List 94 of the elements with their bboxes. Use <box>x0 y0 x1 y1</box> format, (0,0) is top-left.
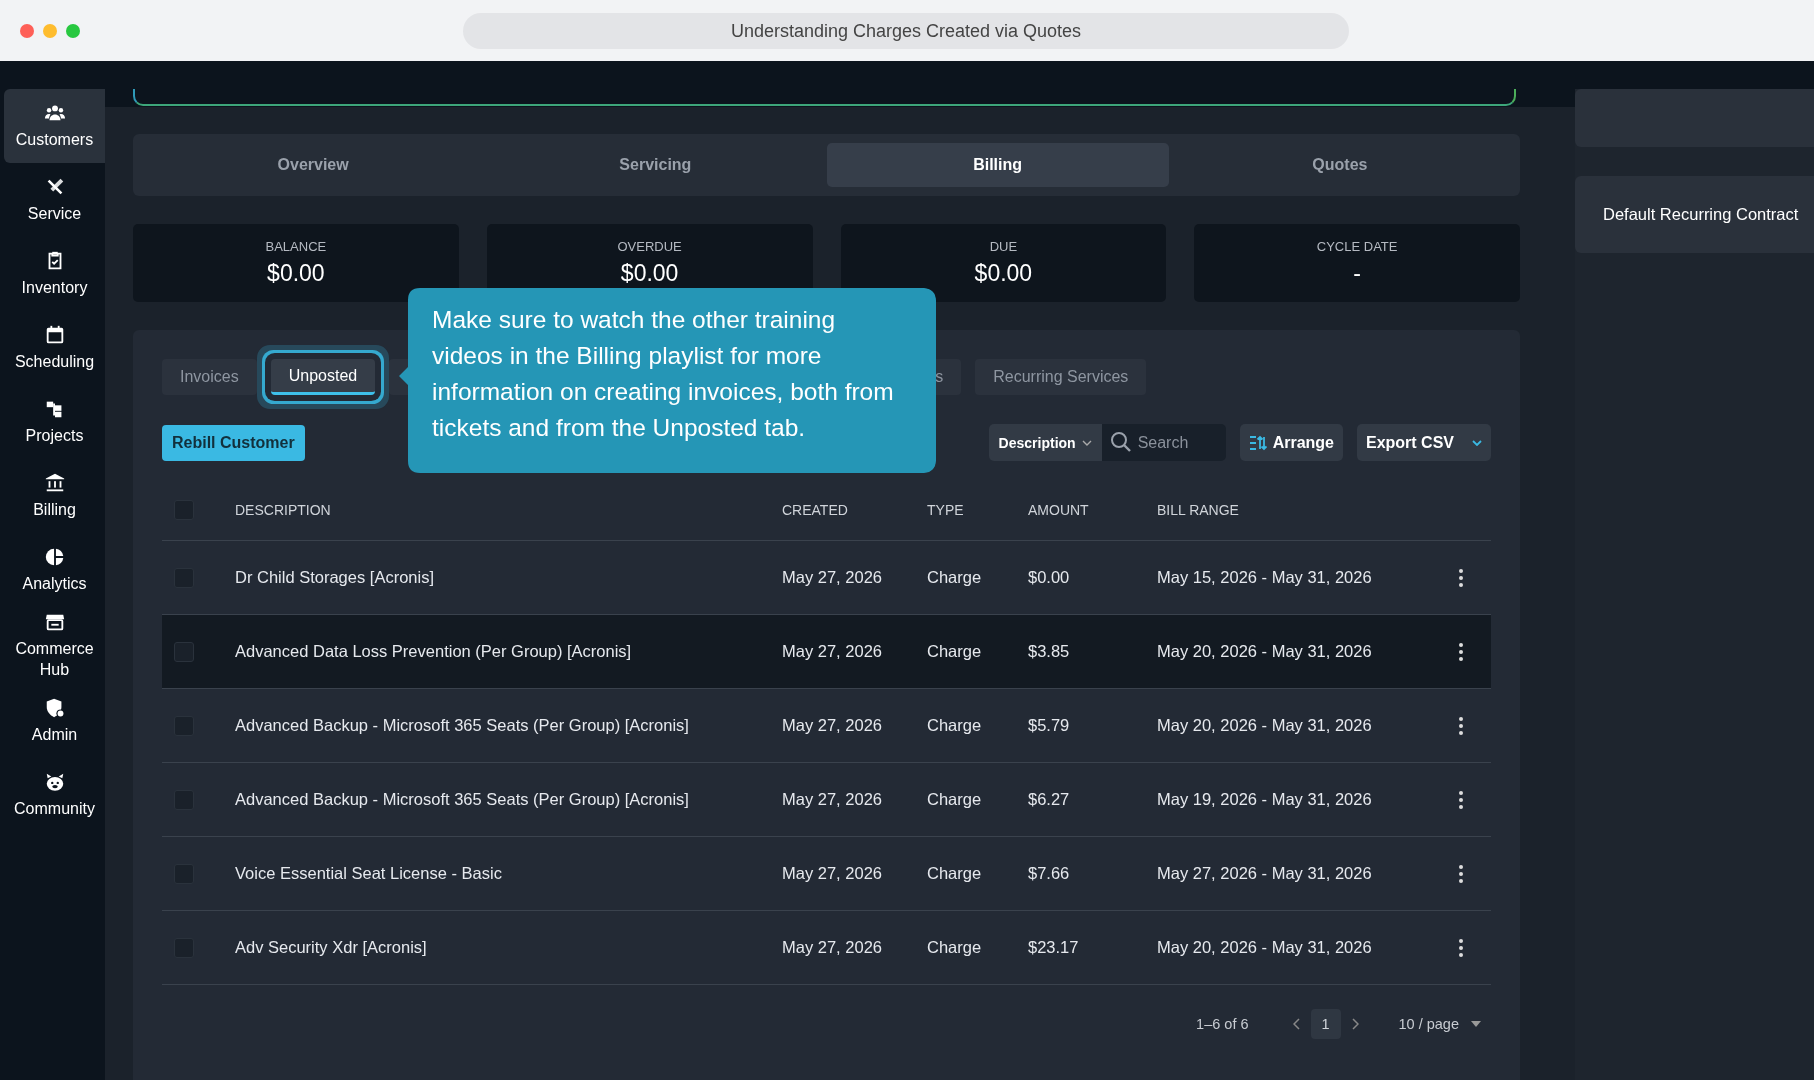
page-range: 1–6 of 6 <box>1196 1016 1249 1032</box>
caret-icon <box>1471 1021 1481 1027</box>
table-cell-text: May 27, 2026 <box>782 568 883 587</box>
sidebar-item[interactable]: Projects <box>4 385 105 459</box>
table-cell-text: May 27, 2026 <box>782 642 883 661</box>
table-cell-text: Charge <box>927 568 983 587</box>
search-field[interactable]: Search <box>1101 424 1226 461</box>
table-cell-text: May 27, 2026 <box>782 790 883 809</box>
table-cell-text: May 27, 2026 - May 31, 2026 <box>1157 864 1373 883</box>
sidebar-item[interactable]: Community <box>4 758 105 833</box>
sidebar-item[interactable]: Customers <box>4 89 105 163</box>
table-row[interactable]: Advanced Data Loss Prevention (Per Group) [Acronis] May 27, 2026 Charge $3.85 May 20, 2026 - May 31, 2026 <box>162 615 1491 689</box>
table-cell-text: Charge <box>927 642 983 661</box>
minimize-window-button[interactable] <box>43 23 57 38</box>
table-cell-text: $7.66 <box>1028 864 1071 883</box>
tab[interactable]: Servicing <box>484 143 827 187</box>
rebill-customer-button[interactable]: Rebill Customer <box>162 424 305 461</box>
sidebar-item[interactable]: Scheduling <box>4 311 105 385</box>
sort-icon <box>1248 434 1267 451</box>
contract-card[interactable]: Default Recurring Contract <box>1575 176 1814 253</box>
stat-value: $0.00 <box>267 260 325 287</box>
arrange-button[interactable]: Arrange <box>1239 424 1343 461</box>
column-header: AMOUNT <box>1028 502 1090 518</box>
window-title: Understanding Charges Created via Quotes <box>463 13 1349 49</box>
table-cell-text: Dr Child Storages [Acronis] <box>235 568 435 587</box>
export-csv-button[interactable]: Export CSV <box>1357 424 1491 461</box>
table-cell-text: Charge <box>927 864 983 883</box>
sidebar-item[interactable]: Service <box>4 163 105 237</box>
stat-label: BALANCE <box>265 239 327 254</box>
stat-label: DUE <box>989 239 1018 254</box>
table-cell-text: Voice Essential Seat License - Basic <box>235 864 503 883</box>
sidebar-item[interactable]: Commerce Hub <box>4 607 105 685</box>
table-row[interactable]: Adv Security Xdr [Acronis] May 27, 2026 Charge $23.17 May 20, 2026 - May 31, 2026 <box>162 911 1491 985</box>
chevron-left-icon <box>1292 1018 1301 1030</box>
chevron-icon <box>1081 439 1092 446</box>
tooltip: Make sure to watch the other training videos in the Billing playlist for more information on creating invoices, both from tickets and from the Unposted tab. <box>399 288 936 473</box>
column-header: DESCRIPTION <box>235 502 332 518</box>
table-cell-text: May 27, 2026 <box>782 938 883 957</box>
table-cell-text: May 20, 2026 - May 31, 2026 <box>1157 642 1373 661</box>
table-cell-text: Advanced Backup - Microsoft 365 Seats (Per Group) [Acronis] <box>235 790 690 809</box>
table-cell-text: $23.17 <box>1028 938 1080 957</box>
table-cell-text: May 27, 2026 <box>782 716 883 735</box>
sidebar-item[interactable]: Analytics <box>4 533 105 607</box>
stat-value: - <box>1353 260 1361 287</box>
column-header: BILL RANGE <box>1157 502 1240 518</box>
more-icon[interactable] <box>1458 642 1463 661</box>
bank-icon <box>43 471 66 494</box>
tab[interactable]: Invoices <box>162 359 257 395</box>
table-cell-text: $5.79 <box>1028 716 1071 735</box>
sidebar-item[interactable]: Admin <box>4 684 105 759</box>
filter-dropdown[interactable]: Description <box>988 424 1102 461</box>
table-cell-text: May 27, 2026 <box>782 864 883 883</box>
contract-name: Default Recurring Contract <box>1603 205 1799 224</box>
more-icon[interactable] <box>1458 864 1463 883</box>
table-cell-text: Charge <box>927 938 983 957</box>
table-row[interactable]: Advanced Backup - Microsoft 365 Seats (Per Group) [Acronis] May 27, 2026 Charge $6.27 May 19, 2026 - May 31, 2026 <box>162 763 1491 837</box>
more-icon[interactable] <box>1458 568 1463 587</box>
stat-label: OVERDUE <box>617 239 682 254</box>
stat-label: CYCLE DATE <box>1316 239 1398 254</box>
table-row[interactable]: Advanced Backup - Microsoft 365 Seats (Per Group) [Acronis] May 27, 2026 Charge $5.79 May 20, 2026 - May 31, 2026 <box>162 689 1491 763</box>
more-icon[interactable] <box>1458 938 1463 957</box>
search-icon <box>1109 431 1132 453</box>
close-window-button[interactable] <box>20 23 34 38</box>
table-cell-text: $0.00 <box>1028 568 1071 587</box>
tab[interactable]: Recurring Services <box>975 359 1147 395</box>
table-cell-text: May 15, 2026 - May 31, 2026 <box>1157 568 1373 587</box>
page-size-dropdown[interactable]: 10 / page <box>1398 1016 1481 1032</box>
table-cell-text: May 19, 2026 - May 31, 2026 <box>1157 790 1373 809</box>
table-cell-text: $3.85 <box>1028 642 1071 661</box>
table-row[interactable]: Voice Essential Seat License - Basic May 27, 2026 Charge $7.66 May 27, 2026 - May 31, 2026 <box>162 837 1491 911</box>
more-icon[interactable] <box>1458 716 1463 735</box>
table-cell-text: Charge <box>927 790 983 809</box>
sidebar-item[interactable]: Inventory <box>4 237 105 311</box>
table-cell-text: May 20, 2026 - May 31, 2026 <box>1157 938 1373 957</box>
column-header: TYPE <box>927 502 965 518</box>
more-icon[interactable] <box>1458 790 1463 809</box>
page-button[interactable]: 1 <box>1310 1009 1341 1039</box>
table-cell-text: Advanced Data Loss Prevention (Per Group) [Acronis] <box>235 642 633 661</box>
stat-value: $0.00 <box>620 260 679 287</box>
tab[interactable]: Overview <box>142 143 485 187</box>
table-cell-text: Charge <box>927 716 983 735</box>
table-cell-text: $6.27 <box>1028 790 1071 809</box>
stat-value: $0.00 <box>974 260 1033 287</box>
tab[interactable]: Billing <box>826 143 1169 187</box>
sidebar-item[interactable]: Billing <box>4 459 105 533</box>
maximize-window-button[interactable] <box>66 23 80 38</box>
tab[interactable]: Quotes <box>1168 143 1511 187</box>
column-header: CREATED <box>782 502 849 518</box>
row-checkbox[interactable] <box>174 641 194 662</box>
table-cell-text: Advanced Backup - Microsoft 365 Seats (Per Group) [Acronis] <box>235 716 690 735</box>
chevron-icon <box>1472 439 1482 446</box>
table-cell-text: Adv Security Xdr [Acronis] <box>235 938 428 957</box>
chevron-right-icon <box>1350 1018 1359 1030</box>
table-cell-text: May 20, 2026 - May 31, 2026 <box>1157 716 1373 735</box>
